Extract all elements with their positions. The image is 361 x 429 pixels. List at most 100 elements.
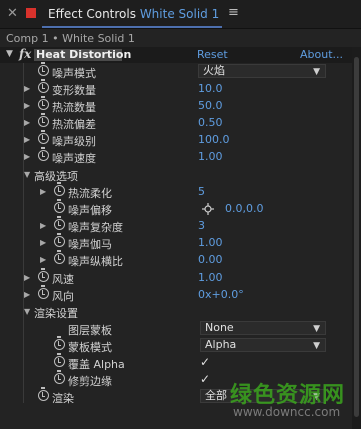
breadcrumb: Comp 1 • White Solid 1 — [6, 32, 135, 45]
param-value[interactable]: 3 — [198, 219, 205, 232]
stopwatch-icon[interactable] — [54, 370, 65, 384]
stopwatch-icon[interactable] — [38, 130, 49, 144]
layer-matte-dropdown[interactable]: None ▼ — [200, 321, 326, 335]
param-label: 热流数量 — [52, 101, 96, 114]
stopwatch-icon[interactable] — [54, 353, 65, 367]
param-overlay-alpha: 覆盖 Alpha ✓ — [0, 353, 352, 371]
noise-mode-dropdown[interactable]: 火焰 ▼ — [198, 64, 326, 78]
expand-triangle-icon[interactable]: ▶ — [24, 152, 30, 161]
stopwatch-icon[interactable] — [38, 285, 49, 299]
about-link[interactable]: About... — [300, 48, 343, 61]
stopwatch-icon[interactable] — [38, 113, 49, 127]
panel-tab-effect-controls[interactable]: Effect Controls White Solid 1 — [48, 7, 219, 21]
crosshair-icon[interactable] — [202, 203, 214, 215]
stopwatch-icon[interactable] — [38, 96, 49, 110]
stopwatch-icon[interactable] — [54, 336, 65, 350]
group-render-settings[interactable]: ▼ 渲染设置 — [0, 304, 352, 320]
param-label: 修剪边缘 — [68, 375, 112, 388]
collapse-triangle-icon[interactable]: ▼ — [6, 49, 13, 59]
expand-triangle-icon[interactable]: ▶ — [24, 273, 30, 282]
param-deform-amount: ▶ 变形数量 10.0 — [0, 79, 352, 97]
stopwatch-icon[interactable] — [38, 62, 49, 76]
param-heat-amount: ▶ 热流数量 50.0 — [0, 96, 352, 114]
expand-triangle-icon[interactable]: ▶ — [40, 221, 46, 230]
param-heat-soften: ▶ 热流柔化 5 — [0, 182, 352, 200]
param-label: 噪声速度 — [52, 152, 96, 165]
scrollbar-thumb[interactable] — [354, 57, 359, 417]
param-value[interactable]: 10.0 — [198, 82, 223, 95]
param-label: 风速 — [52, 273, 74, 286]
param-layer-matte: 图层蒙板 None ▼ — [0, 321, 352, 337]
param-label: 覆盖 Alpha — [68, 358, 125, 371]
chevron-down-icon: ▼ — [313, 324, 320, 334]
param-noise-complexity: ▶ 噪声复杂度 3 — [0, 216, 352, 234]
param-noise-speed: ▶ 噪声速度 1.00 — [0, 147, 352, 165]
vertical-scrollbar[interactable] — [352, 47, 361, 429]
expand-triangle-icon[interactable]: ▶ — [24, 290, 30, 299]
watermark-url: www.downcc.com — [233, 405, 341, 419]
panel-color-tab — [26, 8, 36, 18]
param-value[interactable]: 0.50 — [198, 116, 223, 129]
hamburger-menu-icon[interactable]: ≡ — [228, 5, 239, 20]
expand-triangle-icon[interactable]: ▶ — [40, 238, 46, 247]
param-noise-aspect: ▶ 噪声纵横比 0.00 — [0, 250, 352, 268]
param-wind-speed: ▶ 风速 1.00 — [0, 268, 352, 286]
param-value[interactable]: 5 — [198, 185, 205, 198]
expand-triangle-icon[interactable]: ▶ — [40, 187, 46, 196]
reset-link[interactable]: Reset — [197, 48, 228, 61]
param-value[interactable]: 50.0 — [198, 99, 223, 112]
param-matte-mode: 蒙板模式 Alpha ▼ — [0, 336, 352, 354]
matte-mode-dropdown[interactable]: Alpha ▼ — [200, 338, 326, 352]
param-label: 变形数量 — [52, 84, 96, 97]
param-value[interactable]: 0x+0.0° — [198, 288, 244, 301]
trim-edges-checkbox[interactable]: ✓ — [200, 372, 210, 386]
param-value[interactable]: 1.00 — [198, 150, 223, 163]
stopwatch-icon[interactable] — [38, 147, 49, 161]
param-label: 热流柔化 — [68, 187, 112, 200]
expand-triangle-icon[interactable]: ▶ — [24, 118, 30, 127]
active-tab-underline — [42, 26, 222, 28]
param-noise-mode: 噪声模式 火焰 ▼ — [0, 62, 352, 80]
expand-triangle-icon[interactable]: ▶ — [24, 84, 30, 93]
group-label: 渲染设置 — [34, 307, 78, 320]
overlay-alpha-checkbox[interactable]: ✓ — [200, 355, 210, 369]
param-label: 风向 — [52, 290, 74, 303]
stopwatch-icon[interactable] — [54, 216, 65, 230]
param-label: 噪声级别 — [52, 135, 96, 148]
param-noise-level: ▶ 噪声级别 100.0 — [0, 130, 352, 148]
effect-name[interactable]: Heat Distortion — [36, 48, 131, 61]
expand-triangle-icon[interactable]: ▶ — [40, 255, 46, 264]
collapse-triangle-icon[interactable]: ▼ — [24, 307, 30, 316]
stopwatch-icon[interactable] — [54, 233, 65, 247]
dropdown-value: 全部 — [205, 389, 227, 402]
panel-title: Effect Controls — [48, 7, 136, 21]
param-label: 蒙板模式 — [68, 341, 112, 354]
param-value[interactable]: 100.0 — [198, 133, 230, 146]
stopwatch-icon[interactable] — [38, 79, 49, 93]
stopwatch-icon[interactable] — [54, 199, 65, 213]
param-label: 噪声纵横比 — [68, 255, 123, 268]
param-label: 噪声伽马 — [68, 238, 112, 251]
param-value[interactable]: 1.00 — [198, 271, 223, 284]
stopwatch-icon[interactable] — [54, 182, 65, 196]
stopwatch-icon[interactable] — [38, 387, 49, 401]
chevron-down-icon: ▼ — [313, 341, 320, 351]
stopwatch-icon[interactable] — [54, 250, 65, 264]
fx-toggle-icon[interactable]: fx — [19, 47, 31, 61]
param-label: 噪声偏移 — [68, 204, 112, 217]
param-value[interactable]: 0.00 — [198, 253, 223, 266]
param-value[interactable]: 1.00 — [198, 236, 223, 249]
dropdown-value: Alpha — [205, 338, 237, 351]
collapse-triangle-icon[interactable]: ▼ — [24, 170, 30, 179]
stopwatch-icon[interactable] — [38, 268, 49, 282]
group-label: 高级选项 — [34, 170, 78, 183]
panel-titlebar: ✕ Effect Controls White Solid 1 ≡ — [0, 0, 361, 29]
close-icon[interactable]: ✕ — [7, 7, 18, 20]
param-label: 噪声复杂度 — [68, 221, 123, 234]
expand-triangle-icon[interactable]: ▶ — [24, 101, 30, 110]
param-heat-bias: ▶ 热流偏差 0.50 — [0, 113, 352, 131]
expand-triangle-icon[interactable]: ▶ — [24, 135, 30, 144]
param-value[interactable]: 0.0,0.0 — [225, 202, 263, 215]
param-label: 渲染 — [52, 392, 74, 405]
group-advanced[interactable]: ▼ 高级选项 — [0, 167, 352, 183]
